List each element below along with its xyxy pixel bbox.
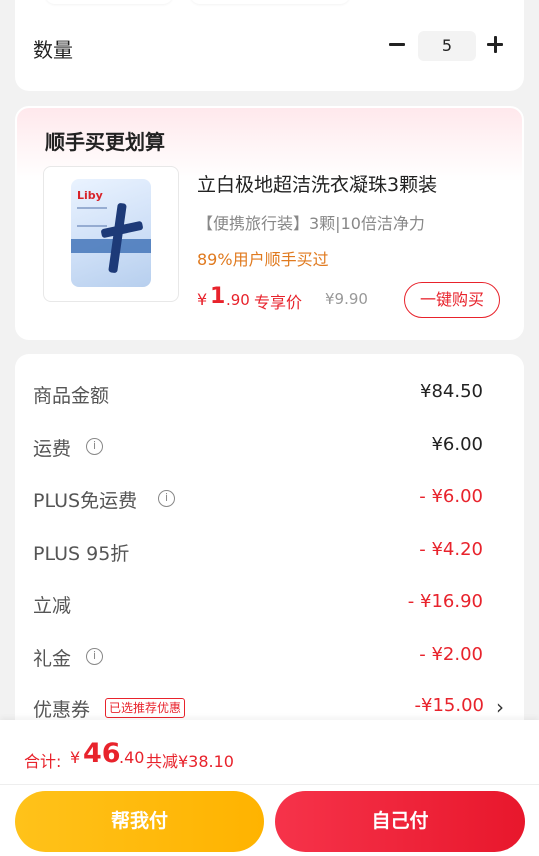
- brand-logo: Liby: [77, 189, 103, 202]
- summary-row-shipping: 运费 i ¥6.00: [33, 431, 498, 461]
- product-image[interactable]: Liby: [43, 166, 179, 302]
- option-chip[interactable]: [190, 0, 350, 4]
- summary-row-goods: 商品金额 ¥84.50: [33, 378, 498, 408]
- row-value: ¥84.50: [420, 381, 483, 402]
- summary-row-gift-money: 礼金 i - ¥2.00: [33, 641, 498, 671]
- product-subtitle: 【便携旅行装】3颗|10倍洁净力: [197, 214, 425, 233]
- row-value: - ¥2.00: [419, 644, 483, 665]
- addon-title: 顺手买更划算: [45, 130, 165, 154]
- checkout-bar: 合计: ¥ 46 .40 共减¥38.10 帮我付 自己付: [0, 720, 539, 856]
- self-pay-button[interactable]: 自己付: [275, 791, 525, 852]
- total-decimal: .40: [119, 748, 145, 767]
- chevron-right-icon[interactable]: ›: [496, 695, 504, 719]
- row-label: 商品金额: [33, 385, 110, 407]
- total-currency: ¥: [70, 748, 81, 767]
- quantity-card: 数量 5: [15, 0, 524, 91]
- row-label: 优惠券: [33, 699, 91, 721]
- one-click-buy-button[interactable]: 一键购买: [404, 282, 500, 318]
- divider: [0, 784, 539, 785]
- quantity-decrease-button[interactable]: [387, 32, 407, 56]
- row-value: - ¥6.00: [419, 486, 483, 507]
- quantity-input[interactable]: 5: [418, 31, 476, 61]
- row-label: 立减: [33, 595, 72, 617]
- order-summary: 商品金额 ¥84.50 运费 i ¥6.00 PLUS免运费 i - ¥6.00…: [15, 354, 524, 734]
- price-decimal: .90: [226, 291, 250, 309]
- summary-row-plus-discount: PLUS 95折 - ¥4.20: [33, 536, 498, 566]
- row-label: PLUS免运费: [33, 490, 138, 512]
- help-pay-button[interactable]: 帮我付: [15, 791, 264, 852]
- total-saved[interactable]: 共减¥38.10: [146, 748, 234, 772]
- row-label: PLUS 95折: [33, 543, 130, 565]
- summary-row-plus-free-shipping: PLUS免运费 i - ¥6.00: [33, 483, 498, 513]
- product-package: Liby: [71, 179, 151, 287]
- coupon-badge: 已选推荐优惠: [105, 698, 186, 718]
- total-label: 合计:: [24, 752, 62, 771]
- price-currency: ¥: [197, 290, 208, 309]
- quantity-label: 数量: [33, 38, 73, 62]
- price-integer: 1: [210, 284, 226, 309]
- summary-row-instant-discount: 立减 - ¥16.90: [33, 588, 498, 618]
- row-label: 礼金: [33, 648, 72, 670]
- total-integer: 46: [83, 738, 121, 769]
- quantity-increase-button[interactable]: [485, 32, 505, 56]
- row-value: ¥6.00: [431, 434, 483, 455]
- option-chip[interactable]: [45, 0, 173, 4]
- row-value: -¥15.00: [414, 695, 484, 716]
- info-icon[interactable]: i: [86, 438, 103, 455]
- summary-row-coupon[interactable]: 优惠券 已选推荐优惠 -¥15.00 ›: [33, 692, 504, 722]
- social-proof: 89%用户顺手买过: [197, 250, 329, 269]
- info-icon[interactable]: i: [158, 490, 175, 507]
- row-label: 运费: [33, 438, 72, 460]
- product-name[interactable]: 立白极地超洁洗衣凝珠3颗装: [197, 170, 437, 197]
- price-tag: 专享价: [254, 293, 303, 312]
- addon-card: 顺手买更划算 Liby 立白极地超洁洗衣凝珠3颗装 【便携旅行装】3颗|10倍洁…: [15, 106, 524, 340]
- row-value: - ¥16.90: [407, 591, 483, 612]
- row-value: - ¥4.20: [419, 539, 483, 560]
- original-price: ¥9.90: [325, 290, 368, 308]
- info-icon[interactable]: i: [86, 648, 103, 665]
